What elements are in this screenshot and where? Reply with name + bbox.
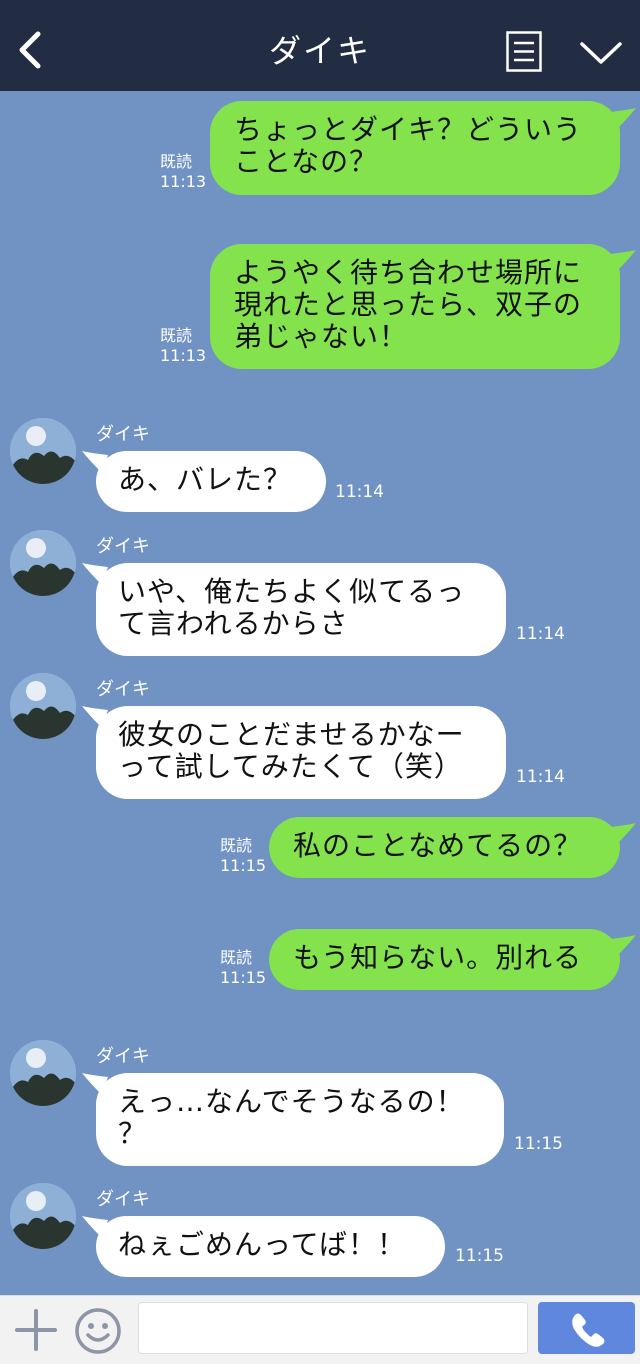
call-button[interactable]	[538, 1302, 635, 1354]
add-attachment-button[interactable]	[14, 1308, 58, 1352]
plus-icon	[15, 1309, 57, 1351]
message-time: 11:13	[160, 346, 207, 365]
message-line: いや、俺たちよく似てるっ	[118, 575, 466, 608]
message-input[interactable]	[138, 1302, 528, 1354]
message-line: 現れたと思ったら、双子の	[234, 288, 583, 321]
sky-tree-photo-icon	[10, 673, 76, 739]
avatar[interactable]	[10, 1040, 76, 1106]
message-bubble[interactable]: えっ…なんでそうなるの！ ？	[96, 1073, 504, 1166]
message-line: ？	[118, 1117, 148, 1150]
sender-name: ダイキ	[96, 679, 150, 700]
message-time: 11:14	[516, 767, 565, 787]
message-time: 11:15	[220, 968, 267, 987]
sender-name: ダイキ	[96, 536, 150, 557]
avatar[interactable]	[10, 1183, 76, 1249]
sender-name: ダイキ	[96, 1046, 150, 1067]
message-line: ようやく待ち合わせ場所に	[234, 256, 583, 289]
message-bubble[interactable]: ねぇごめんってば！！	[96, 1216, 445, 1277]
menu-button[interactable]	[506, 31, 542, 72]
message-bubble[interactable]: ようやく待ち合わせ場所に 現れたと思ったら、双子の 弟じゃない！	[210, 244, 620, 369]
message-time: 11:14	[335, 482, 384, 502]
chat-title: ダイキ	[268, 32, 371, 70]
message-line: あ、バレた？	[118, 463, 293, 496]
sender-name: ダイキ	[96, 424, 150, 445]
avatar[interactable]	[10, 418, 76, 484]
chevron-down-icon	[580, 42, 622, 64]
message-bubble[interactable]: いや、俺たちよく似てるっ て言われるからさ	[96, 563, 506, 656]
message-line: て言われるからさ	[118, 607, 349, 640]
message-time: 11:13	[160, 172, 207, 191]
list-icon	[506, 31, 542, 72]
read-receipt: 既読	[220, 836, 253, 855]
smiley-icon	[75, 1308, 121, 1354]
phone-icon	[572, 1313, 605, 1347]
message-bubble[interactable]: 私のことなめてるの？	[269, 817, 620, 878]
message-line: 弟じゃない！	[234, 320, 409, 353]
message-time: 11:14	[516, 624, 565, 644]
message-line: って試してみたくて（笑）	[118, 750, 463, 783]
message-input-bar	[0, 1295, 640, 1364]
message-bubble[interactable]: ちょっとダイキ？どういう ことなの？	[210, 101, 620, 195]
emoji-button[interactable]	[74, 1307, 122, 1355]
message-time: 11:15	[455, 1246, 504, 1266]
sky-tree-photo-icon	[10, 1040, 76, 1106]
message-bubble[interactable]: あ、バレた？	[96, 451, 326, 512]
message-line: ちょっとダイキ？どういう	[234, 113, 583, 146]
chat-header: ダイキ	[0, 0, 640, 91]
avatar[interactable]	[10, 673, 76, 739]
message-bubble[interactable]: もう知らない。別れる	[269, 929, 620, 990]
message-line: 彼女のことだませるかなー	[118, 718, 465, 751]
read-receipt: 既読	[220, 948, 253, 967]
message-line: 私のことなめてるの？	[293, 829, 583, 862]
message-line: ねぇごめんってば！！	[118, 1228, 407, 1261]
chat-area[interactable]: 既読 11:13 ちょっとダイキ？どういう ことなの？ 既読 11:13 ようや…	[0, 91, 640, 1295]
read-receipt: 既読	[160, 326, 193, 345]
message-line: もう知らない。別れる	[293, 941, 583, 974]
avatar[interactable]	[10, 530, 76, 596]
sky-tree-photo-icon	[10, 1183, 76, 1249]
read-receipt: 既読	[160, 152, 193, 171]
sky-tree-photo-icon	[10, 530, 76, 596]
message-time: 11:15	[514, 1134, 563, 1154]
message-line: えっ…なんでそうなるの！	[118, 1085, 465, 1118]
sender-name: ダイキ	[96, 1189, 150, 1210]
message-line: ことなの？	[234, 145, 379, 178]
collapse-button[interactable]	[578, 36, 624, 72]
sky-tree-photo-icon	[10, 418, 76, 484]
message-bubble[interactable]: 彼女のことだませるかなー って試してみたくて（笑）	[96, 706, 506, 799]
message-time: 11:15	[220, 856, 267, 875]
